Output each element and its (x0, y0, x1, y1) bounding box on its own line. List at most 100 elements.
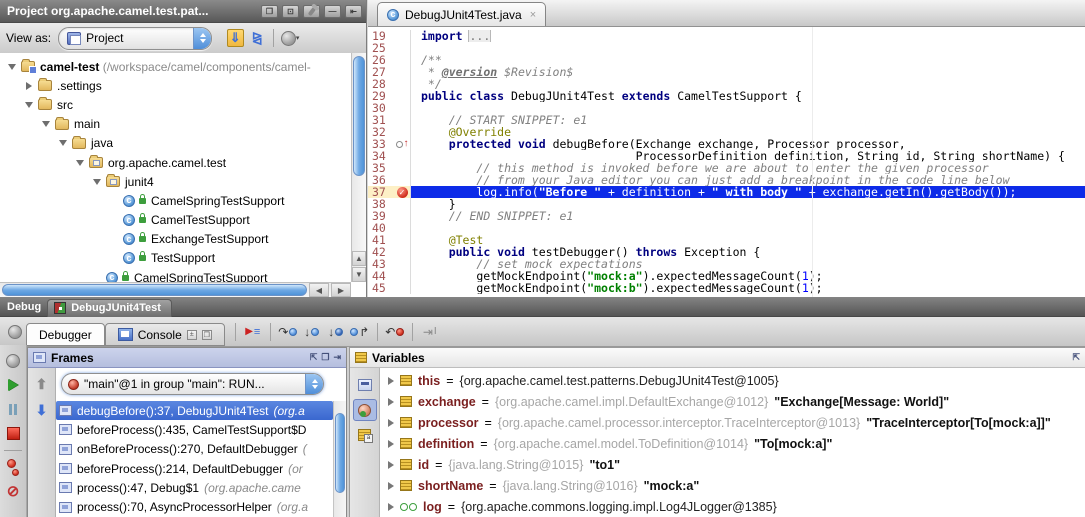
restore-layout-icon[interactable]: ⇱ (310, 352, 318, 363)
frame-up-icon[interactable]: ⬆ (36, 376, 48, 393)
pin-tab-icon[interactable]: ± (187, 330, 197, 340)
step-over-icon[interactable]: ↷ (276, 321, 300, 343)
resume-icon[interactable] (3, 375, 23, 395)
expander-closed-icon[interactable] (23, 82, 35, 90)
expander-open-icon[interactable] (74, 160, 86, 166)
show-execution-point-icon[interactable]: ▶≡ (241, 321, 265, 343)
scroll-down-button[interactable]: ▼ (352, 267, 366, 282)
close-tab-icon[interactable]: × (530, 9, 536, 21)
override-ring-icon[interactable] (396, 141, 403, 148)
code-line[interactable]: 44 getMockEndpoint("mock:a").expectedMes… (368, 270, 1085, 282)
debug-session-tab[interactable]: DebugJUnit4Test (47, 299, 172, 317)
expander-open-icon[interactable] (23, 102, 35, 108)
stop-icon[interactable] (3, 423, 23, 443)
hide-icon[interactable]: ⇥ (333, 352, 341, 363)
tree-item[interactable]: CamelSpringTestSupport (0, 191, 351, 210)
watch-icon[interactable] (353, 399, 377, 421)
tree-item[interactable]: CamelTestSupport (0, 211, 351, 230)
variable-item[interactable]: processor = {org.apache.camel.processor.… (380, 412, 1085, 433)
rerun-icon[interactable] (3, 351, 23, 371)
variable-item[interactable]: exchange = {org.apache.camel.impl.Defaul… (380, 391, 1085, 412)
pause-icon[interactable] (3, 399, 23, 419)
chevron-right-icon[interactable] (388, 440, 394, 448)
chevron-right-icon[interactable] (388, 482, 394, 490)
code-line[interactable]: 39 // END SNIPPET: e1 (368, 210, 1085, 222)
project-vertical-scrollbar[interactable]: ▲ ▼ (351, 53, 366, 282)
mute-breakpoints-icon[interactable]: ⊘ (3, 481, 23, 501)
tree-item[interactable]: CamelSpringTestSupport (0, 268, 351, 282)
tree-item[interactable]: src (0, 95, 351, 114)
variable-item[interactable]: id = {java.lang.String@1015}"to1" (380, 454, 1085, 475)
tree-item[interactable]: ExchangeTestSupport (0, 230, 351, 249)
settings-gear-icon[interactable]: ▾ (279, 28, 301, 48)
expander-open-icon[interactable] (57, 140, 69, 146)
code-line[interactable]: 29public class DebugJUnit4Test extends C… (368, 90, 1085, 102)
code-line[interactable]: 25 (368, 42, 1085, 54)
chevron-right-icon[interactable] (388, 461, 394, 469)
tab-debugger[interactable]: Debugger (26, 323, 105, 346)
combobox-stepper-icon[interactable] (193, 28, 211, 49)
minimize-icon[interactable]: — (324, 5, 341, 18)
code-line[interactable]: 19import ... (368, 30, 1085, 42)
tree-item[interactable]: junit4 (0, 172, 351, 191)
restore-layout-icon[interactable]: ⇱ (1072, 352, 1080, 363)
scroll-right-button[interactable]: ▶ (331, 283, 351, 297)
thread-stepper-icon[interactable] (305, 374, 323, 394)
breakpoint-icon[interactable]: ✓ (397, 187, 408, 198)
chevron-right-icon[interactable] (388, 419, 394, 427)
code-line[interactable]: 36 // from your Java editor you can just… (368, 174, 1085, 186)
variable-item[interactable]: this = {org.apache.camel.test.patterns.D… (380, 370, 1085, 391)
view-as-combobox[interactable]: Project (58, 27, 212, 50)
code-line[interactable]: 35 // this method is invoked before we a… (368, 162, 1085, 174)
frame-item[interactable]: process():70, AsyncProcessorHelper (org.… (56, 497, 333, 516)
tree-item[interactable]: main (0, 115, 351, 134)
code-line[interactable]: 43 // set mock expectations (368, 258, 1085, 270)
tree-item[interactable]: camel-test (/workspace/camel/components/… (0, 57, 351, 76)
float-tab-icon[interactable]: ❒ (202, 330, 212, 340)
code-line[interactable]: 41 @Test (368, 234, 1085, 246)
tree-item[interactable]: org.apache.camel.test (0, 153, 351, 172)
frame-item[interactable]: onBeforeProcess():270, DefaultDebugger ( (56, 440, 333, 459)
scroll-to-source-icon[interactable]: ⇓ (224, 28, 246, 48)
code-line[interactable]: 27 * @version $Revision$ (368, 66, 1085, 78)
float-icon[interactable]: ❒ (321, 352, 329, 363)
chevron-right-icon[interactable] (388, 503, 394, 511)
code-line[interactable]: 38 } (368, 198, 1085, 210)
scrollbar-thumb[interactable] (335, 413, 345, 493)
code-line[interactable]: 40 (368, 222, 1085, 234)
code-line[interactable]: 33↑ protected void debugBefore(Exchange … (368, 138, 1085, 150)
code-line[interactable]: 42 public void testDebugger() throws Exc… (368, 246, 1085, 258)
code-line[interactable]: 28 */ (368, 78, 1085, 90)
step-out-icon[interactable]: ↱ (348, 321, 372, 343)
project-horizontal-scrollbar[interactable]: ◀ ▶ (0, 282, 351, 297)
code-line[interactable]: 45 getMockEndpoint("mock:b").expectedMes… (368, 282, 1085, 294)
run-to-cursor-icon[interactable]: ⇥I (418, 321, 442, 343)
scrollbar-thumb[interactable] (353, 56, 365, 176)
scroll-up-button[interactable]: ▲ (352, 251, 366, 266)
expander-open-icon[interactable] (40, 121, 52, 127)
thread-selector[interactable]: "main"@1 in group "main": RUN... (61, 373, 324, 395)
collapse-all-icon[interactable]: ⧎ (246, 28, 268, 48)
evaluate-expression-icon[interactable] (353, 374, 377, 396)
code-line[interactable]: 32 @Override (368, 126, 1085, 138)
expander-open-icon[interactable] (6, 64, 18, 70)
view-breakpoints-icon[interactable] (3, 457, 23, 477)
frame-item[interactable]: beforeProcess():214, DefaultDebugger (or (56, 459, 333, 478)
code-line[interactable]: 30 (368, 102, 1085, 114)
scrollbar-thumb[interactable] (2, 284, 307, 296)
autoscroll-icon[interactable] (353, 424, 377, 446)
code-editor[interactable]: 19import ...2526/**27 * @version $Revisi… (368, 27, 1085, 297)
step-into-icon[interactable]: ↓ (300, 321, 324, 343)
frame-item[interactable]: debugBefore():37, DebugJUnit4Test (org.a (56, 401, 333, 420)
pin-icon[interactable] (303, 5, 320, 18)
chevron-right-icon[interactable] (388, 377, 394, 385)
variable-item[interactable]: definition = {org.apache.camel.model.ToD… (380, 433, 1085, 454)
pop-frame-icon[interactable]: ↶ (383, 321, 407, 343)
variable-item[interactable]: shortName = {java.lang.String@1016}"mock… (380, 475, 1085, 496)
code-line[interactable]: 26/** (368, 54, 1085, 66)
dock-window-icon[interactable]: ⊡ (282, 5, 299, 18)
force-step-into-icon[interactable]: ↓ (324, 321, 348, 343)
code-line[interactable]: 34 ProcessorDefinition definition, Strin… (368, 150, 1085, 162)
editor-tab[interactable]: DebugJUnit4Test.java × (377, 2, 546, 26)
variable-item[interactable]: log = {org.apache.commons.logging.impl.L… (380, 496, 1085, 517)
